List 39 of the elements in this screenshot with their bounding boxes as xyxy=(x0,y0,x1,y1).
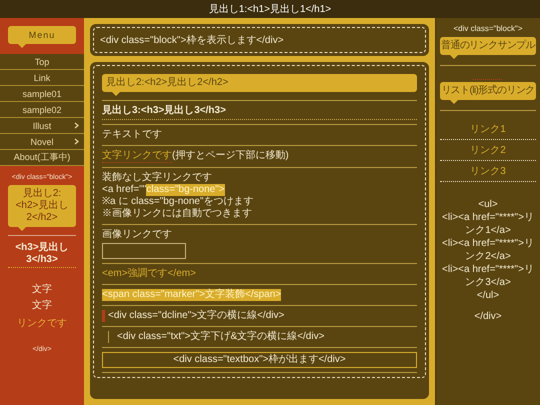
menu-item[interactable]: sample02 xyxy=(0,102,84,118)
body-text: ※画像リンクには自動でつきます xyxy=(102,208,252,220)
body-text: 画像リンクです xyxy=(102,229,172,241)
list-link[interactable]: リンク2 xyxy=(440,140,536,161)
emphasis-text: <em>強調です</em> xyxy=(102,268,196,280)
highlighted-text: <span class="marker">文字装飾</span> xyxy=(102,289,282,301)
menu-heading: Menu xyxy=(8,26,76,48)
body-text: 文字 xyxy=(32,284,52,296)
notice-box: <div class="block">枠を表示します</div> xyxy=(93,27,426,53)
body-text: 文字 xyxy=(32,300,52,312)
code-text: <div class="block"> xyxy=(452,24,524,33)
menu-item[interactable]: Novel xyxy=(0,134,84,150)
code-text: </ul> xyxy=(476,289,500,302)
code-text: <ul> xyxy=(477,198,499,211)
list-link[interactable]: リンク1 xyxy=(440,119,536,140)
body-text: 装飾なし文字リンクです xyxy=(102,172,212,184)
text-link[interactable]: 文字リンクです xyxy=(102,150,172,163)
code-text: <a href="" xyxy=(102,184,146,196)
list-link[interactable]: リンク3 xyxy=(440,161,536,182)
menu-item[interactable]: sample01 xyxy=(0,86,84,102)
code-text: <li><a href="****">リンク3</a> xyxy=(441,263,535,289)
subheading: <h3>見出し3</h3> xyxy=(8,240,76,268)
highlighted-text: class="bg-none"> xyxy=(146,184,225,196)
subheading: 見出し3:<h3>見出し3</h3> xyxy=(102,105,417,120)
code-text: <li><a href="****">リンク1</a> xyxy=(441,211,535,237)
page-title: 見出し1:<h1>見出し1</h1> xyxy=(208,2,332,16)
body-text: テキストです xyxy=(102,129,162,141)
body-text: ※a に class="bg-none"をつけます xyxy=(102,196,254,208)
link-note: (押すとページ下部に移動) xyxy=(172,150,289,162)
menu-item[interactable]: Link xyxy=(0,70,84,86)
menu-item[interactable]: Illust xyxy=(0,118,84,134)
code-text: </div> xyxy=(473,310,503,323)
code-text: <li><a href="****">リンク2</a> xyxy=(441,237,535,263)
menu-item[interactable]: Top xyxy=(0,54,84,70)
menu-item[interactable]: About(工事中) xyxy=(0,150,84,166)
side-line-text: <div class="dcline">文字の横に線</div> xyxy=(102,310,284,322)
image-placeholder[interactable] xyxy=(102,243,186,259)
indented-text: <div class="txt">文字下げ&文字の横に線</div> xyxy=(108,331,324,343)
text-box: <div class="textbox">枠が出ます</div> xyxy=(102,352,417,368)
